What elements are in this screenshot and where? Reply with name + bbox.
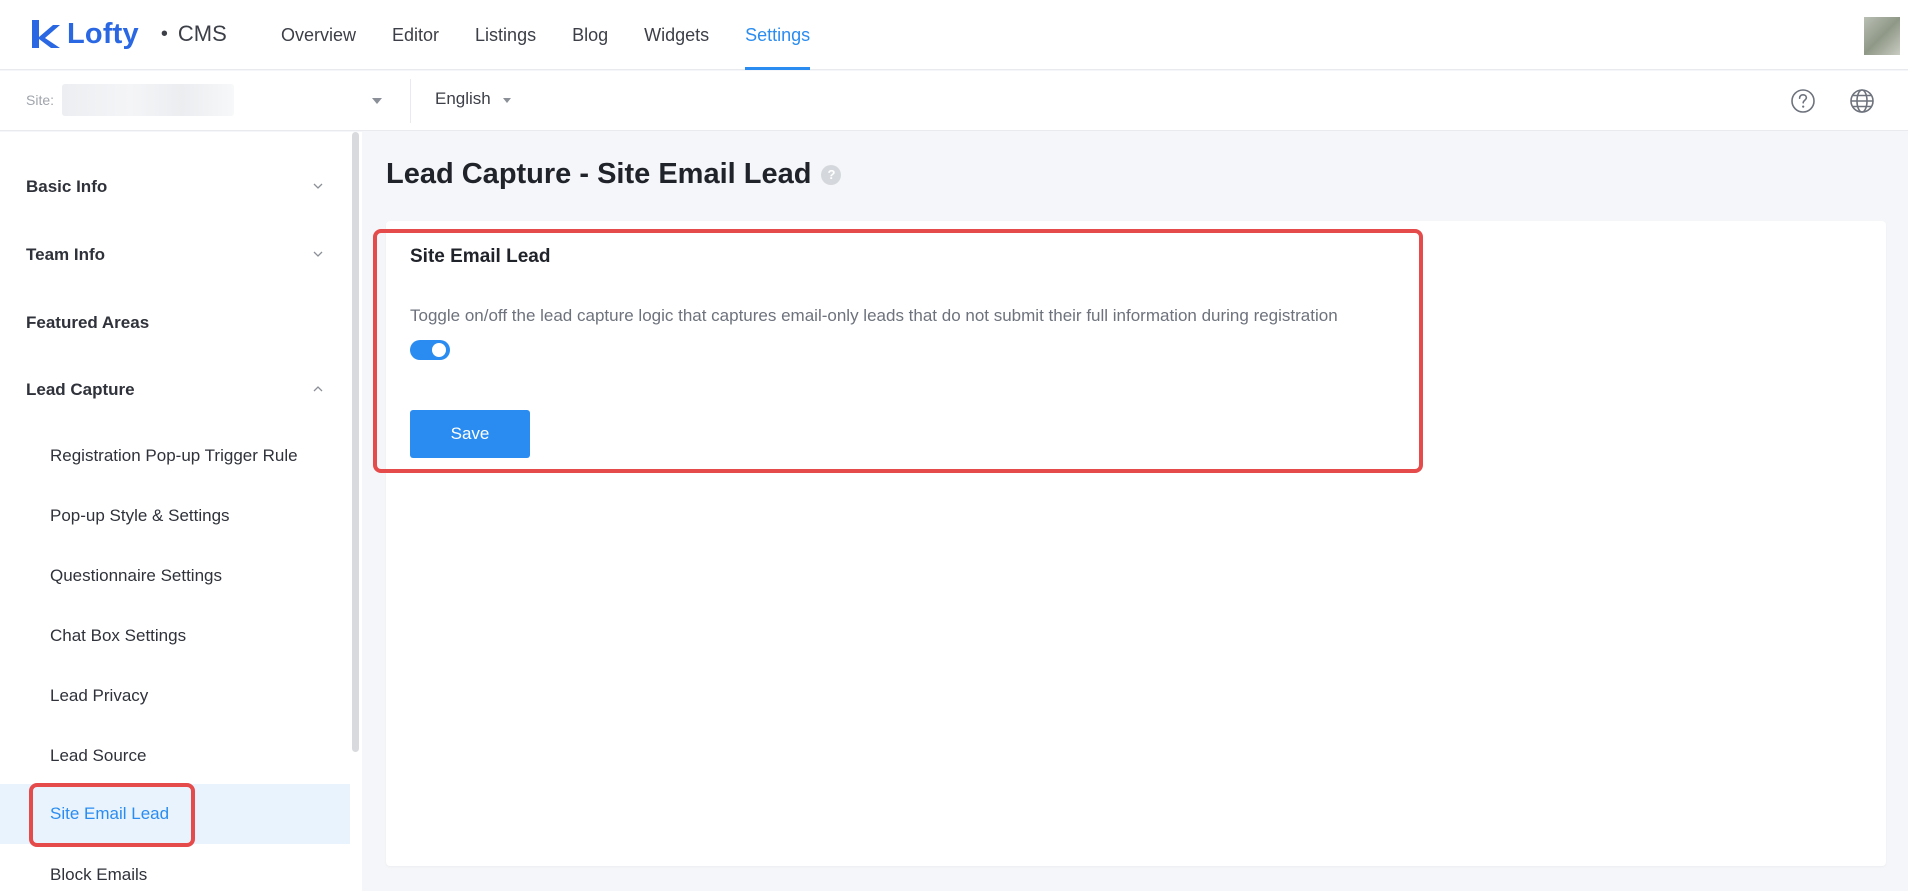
sidebar-item-lead-privacy[interactable]: Lead Privacy (0, 666, 350, 726)
sidebar-group-label: Lead Capture (26, 380, 135, 399)
main-nav: Overview Editor Listings Blog Widgets Se… (281, 0, 846, 70)
nav-editor[interactable]: Editor (392, 0, 439, 70)
nav-listings[interactable]: Listings (475, 0, 536, 70)
app-window: Lofty • CMS Overview Editor Listings Blo… (0, 0, 1908, 891)
brand-separator: • (160, 22, 168, 45)
sidebar-scrollbar[interactable] (352, 132, 359, 752)
question-mark-icon[interactable]: ? (821, 164, 842, 185)
settings-sidebar: Basic Info Team Info Featured Areas Lead… (0, 132, 362, 891)
annotation-highlight-box (373, 229, 1423, 473)
chevron-down-icon (313, 251, 323, 257)
nav-blog[interactable]: Blog (572, 0, 608, 70)
chevron-down-icon (313, 183, 323, 189)
sidebar-group-label: Team Info (26, 245, 106, 264)
sidebar-item-block-emails[interactable]: Block Emails (0, 845, 350, 891)
site-label: Site: (26, 92, 55, 108)
sidebar-item-lead-source[interactable]: Lead Source (0, 726, 350, 786)
sidebar-group-basic-info[interactable]: Basic Info (0, 167, 352, 207)
site-dropdown-caret-icon[interactable] (372, 98, 382, 104)
sidebar-item-questionnaire-settings[interactable]: Questionnaire Settings (0, 546, 350, 606)
sidebar-group-featured-areas[interactable]: Featured Areas (0, 303, 352, 343)
page-title-text: Lead Capture - Site Email Lead (386, 158, 812, 190)
product-name: CMS (177, 21, 227, 46)
sidebar-item-chat-box-settings[interactable]: Chat Box Settings (0, 606, 350, 666)
site-toolbar: Site: English (0, 71, 1908, 131)
sidebar-item-registration-popup-trigger-rule[interactable]: Registration Pop-up Trigger Rule (0, 426, 350, 486)
globe-icon[interactable] (1849, 88, 1875, 114)
lofty-logo-icon (32, 20, 60, 48)
sidebar-group-lead-capture[interactable]: Lead Capture (0, 370, 352, 410)
sidebar-item-popup-style-settings[interactable]: Pop-up Style & Settings (0, 486, 350, 546)
top-bar: Lofty • CMS Overview Editor Listings Blo… (0, 0, 1908, 70)
avatar[interactable] (1864, 17, 1900, 55)
nav-settings[interactable]: Settings (745, 0, 811, 70)
brand-name: Lofty (67, 17, 139, 50)
language-caret-icon[interactable] (503, 98, 511, 103)
sidebar-group-label: Featured Areas (26, 313, 150, 332)
help-icon[interactable] (1790, 88, 1816, 114)
sidebar-group-team-info[interactable]: Team Info (0, 235, 352, 275)
divider (410, 79, 411, 123)
nav-overview[interactable]: Overview (281, 0, 356, 70)
page-title: Lead Capture - Site Email Lead ? (386, 158, 842, 191)
chevron-up-icon (313, 386, 323, 392)
logo[interactable]: Lofty • CMS (29, 17, 227, 51)
sidebar-group-label: Basic Info (26, 177, 108, 196)
annotation-highlight-box (29, 783, 195, 847)
language-select[interactable]: English (435, 89, 491, 109)
site-select[interactable] (62, 84, 234, 116)
nav-widgets[interactable]: Widgets (644, 0, 709, 70)
